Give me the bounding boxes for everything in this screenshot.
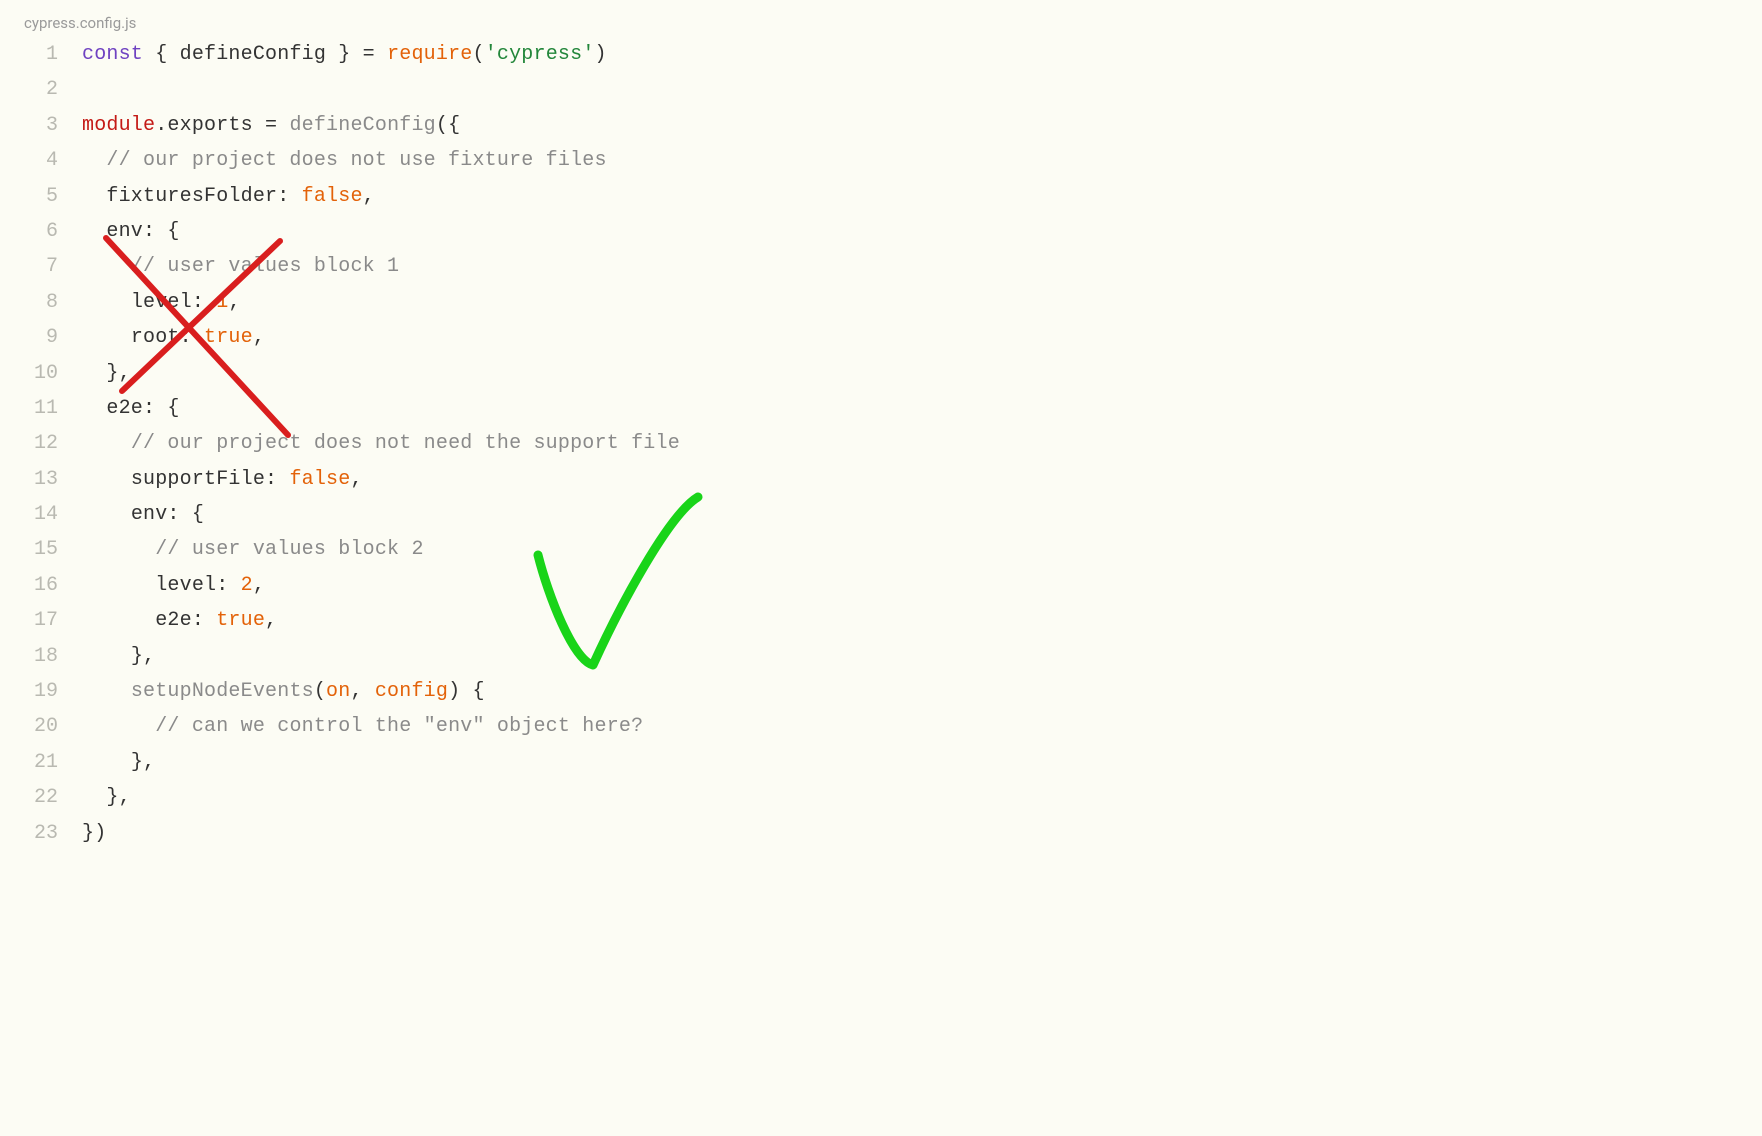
code-line: 8 level: 1, xyxy=(18,293,1744,328)
code-line: 4 // our project does not use fixture fi… xyxy=(18,151,1744,186)
code-line: 7 // user values block 1 xyxy=(18,257,1744,292)
line-number: 6 xyxy=(18,222,82,242)
code-block: 1 const { defineConfig } = require('cypr… xyxy=(18,45,1744,859)
line-number: 11 xyxy=(18,399,82,419)
code-content: // user values block 1 xyxy=(82,257,1744,277)
code-line: 17 e2e: true, xyxy=(18,611,1744,646)
line-number: 15 xyxy=(18,540,82,560)
line-number: 8 xyxy=(18,293,82,313)
code-line: 23 }) xyxy=(18,824,1744,859)
code-line: 6 env: { xyxy=(18,222,1744,257)
code-line: 9 root: true, xyxy=(18,328,1744,363)
code-content: setupNodeEvents(on, config) { xyxy=(82,682,1744,702)
code-line: 21 }, xyxy=(18,753,1744,788)
line-number: 23 xyxy=(18,824,82,844)
code-line: 22 }, xyxy=(18,788,1744,823)
code-line: 5 fixturesFolder: false, xyxy=(18,187,1744,222)
line-number: 3 xyxy=(18,116,82,136)
line-number: 12 xyxy=(18,434,82,454)
code-content: level: 2, xyxy=(82,576,1744,596)
line-number: 22 xyxy=(18,788,82,808)
code-line: 1 const { defineConfig } = require('cypr… xyxy=(18,45,1744,80)
code-line: 12 // our project does not need the supp… xyxy=(18,434,1744,469)
code-line: 3 module.exports = defineConfig({ xyxy=(18,116,1744,151)
line-number: 20 xyxy=(18,717,82,737)
line-number: 16 xyxy=(18,576,82,596)
code-line: 10 }, xyxy=(18,364,1744,399)
code-content: fixturesFolder: false, xyxy=(82,187,1744,207)
code-content: // our project does not use fixture file… xyxy=(82,151,1744,171)
line-number: 18 xyxy=(18,647,82,667)
code-content: env: { xyxy=(82,222,1744,242)
code-content: const { defineConfig } = require('cypres… xyxy=(82,45,1744,65)
code-content: }) xyxy=(82,824,1744,844)
code-content: env: { xyxy=(82,505,1744,525)
code-content: }, xyxy=(82,364,1744,384)
code-content: e2e: { xyxy=(82,399,1744,419)
code-line: 14 env: { xyxy=(18,505,1744,540)
line-number: 7 xyxy=(18,257,82,277)
line-number: 14 xyxy=(18,505,82,525)
line-number: 9 xyxy=(18,328,82,348)
code-viewer: cypress.config.js 1 const { defineConfig… xyxy=(0,0,1762,883)
code-line: 16 level: 2, xyxy=(18,576,1744,611)
line-number: 19 xyxy=(18,682,82,702)
code-content: // user values block 2 xyxy=(82,540,1744,560)
code-content: level: 1, xyxy=(82,293,1744,313)
line-number: 13 xyxy=(18,470,82,490)
code-line: 19 setupNodeEvents(on, config) { xyxy=(18,682,1744,717)
line-number: 21 xyxy=(18,753,82,773)
code-content: }, xyxy=(82,788,1744,808)
line-number: 1 xyxy=(18,45,82,65)
code-line: 11 e2e: { xyxy=(18,399,1744,434)
code-line: 13 supportFile: false, xyxy=(18,470,1744,505)
code-content: // can we control the "env" object here? xyxy=(82,717,1744,737)
code-content: }, xyxy=(82,647,1744,667)
line-number: 4 xyxy=(18,151,82,171)
code-line: 15 // user values block 2 xyxy=(18,540,1744,575)
code-content: root: true, xyxy=(82,328,1744,348)
code-content: e2e: true, xyxy=(82,611,1744,631)
line-number: 5 xyxy=(18,187,82,207)
line-number: 17 xyxy=(18,611,82,631)
line-number: 2 xyxy=(18,80,82,100)
code-content: module.exports = defineConfig({ xyxy=(82,116,1744,136)
line-number: 10 xyxy=(18,364,82,384)
filename-label: cypress.config.js xyxy=(18,12,1744,45)
code-content: // our project does not need the support… xyxy=(82,434,1744,454)
code-line: 18 }, xyxy=(18,647,1744,682)
code-line: 2 xyxy=(18,80,1744,115)
code-content: supportFile: false, xyxy=(82,470,1744,490)
code-content: }, xyxy=(82,753,1744,773)
code-line: 20 // can we control the "env" object he… xyxy=(18,717,1744,752)
